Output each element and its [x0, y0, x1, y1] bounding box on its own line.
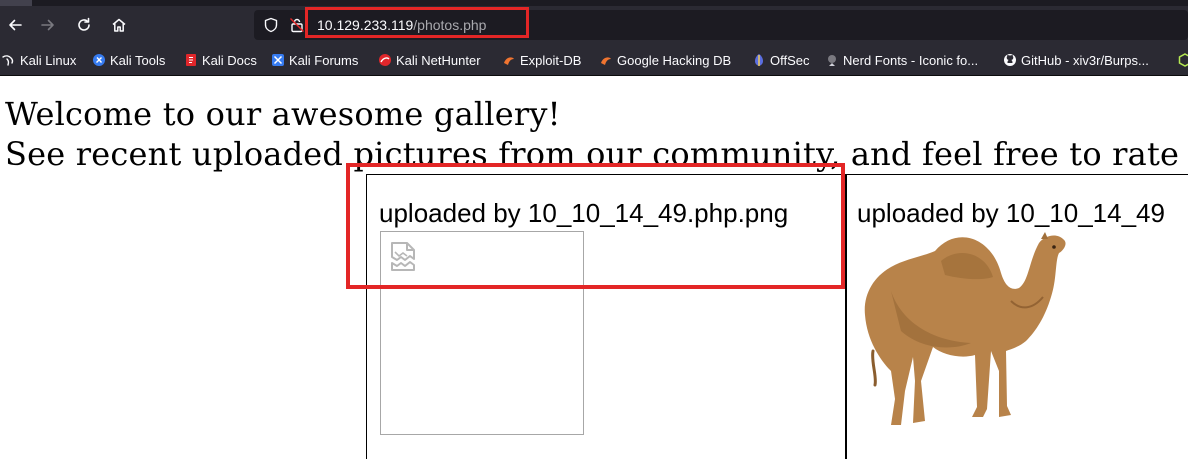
camel-photo[interactable]: [861, 231, 1071, 427]
kali-forums-icon: [271, 53, 285, 67]
bookmark-kali-linux[interactable]: Kali Linux: [2, 51, 76, 69]
nethunter-icon: [378, 53, 392, 67]
github-icon: [1003, 53, 1017, 67]
home-icon: [112, 18, 126, 32]
bookmark-label: Kali Tools: [110, 52, 166, 68]
nerd-fonts-icon: [825, 53, 839, 67]
address-bar[interactable]: 10.129.233.119/photos.php: [254, 7, 1188, 40]
bookmark-overflow[interactable]: [1178, 51, 1188, 69]
bookmark-kali-tools[interactable]: Kali Tools: [92, 51, 165, 69]
bookmark-label: Kali Forums: [289, 52, 359, 68]
kali-docs-icon: [184, 53, 198, 67]
kali-dragon-icon: [2, 53, 16, 67]
url-highlight-annotation: [305, 7, 529, 38]
bookmark-kali-docs[interactable]: Kali Docs: [184, 51, 257, 69]
insecure-lock-icon[interactable]: [288, 16, 306, 34]
bookmark-label: GitHub - xiv3r/Burps...: [1021, 52, 1149, 68]
forward-button[interactable]: [33, 10, 63, 40]
back-arrow-icon: [9, 19, 22, 31]
reload-icon: [78, 17, 90, 31]
gallery-caption: uploaded by 10_10_14_49: [857, 198, 1165, 228]
bookmark-kali-forums[interactable]: Kali Forums: [271, 51, 358, 69]
cell-highlight-annotation: [346, 163, 845, 289]
bookmark-label: Nerd Fonts - Iconic fo...: [843, 52, 979, 68]
offsec-icon: [752, 53, 766, 67]
bookmark-google-hacking-db[interactable]: Google Hacking DB: [599, 51, 731, 69]
exploit-db-icon: [502, 53, 516, 67]
kali-tools-icon: [92, 53, 106, 67]
bookmark-label: Kali NetHunter: [396, 52, 481, 68]
bookmark-exploit-db[interactable]: Exploit-DB: [502, 51, 581, 69]
forward-arrow-icon: [41, 19, 54, 31]
gallery-column-divider: [845, 175, 847, 459]
welcome-heading: Welcome to our awesome gallery!: [5, 95, 561, 133]
bookmark-cube-icon: [1178, 53, 1188, 67]
navigation-toolbar: 10.129.233.119/photos.php: [0, 6, 1188, 44]
home-button[interactable]: [104, 10, 134, 40]
bookmark-offsec[interactable]: OffSec: [752, 51, 810, 69]
bookmark-label: Exploit-DB: [520, 52, 582, 68]
ghdb-icon: [599, 53, 613, 67]
bookmark-kali-nethunter[interactable]: Kali NetHunter: [378, 51, 481, 69]
bookmark-label: Kali Linux: [20, 52, 77, 68]
bookmark-github[interactable]: GitHub - xiv3r/Burps...: [1003, 51, 1149, 69]
bookmark-nerd-fonts[interactable]: Nerd Fonts - Iconic fo...: [825, 51, 978, 69]
bookmark-label: OffSec: [770, 52, 810, 68]
page-content: Welcome to our awesome gallery! See rece…: [0, 76, 1188, 459]
back-button[interactable]: [0, 10, 30, 40]
bookmarks-toolbar: Kali Linux Kali Tools Kali Docs Kali For…: [0, 44, 1188, 76]
bookmark-label: Google Hacking DB: [617, 52, 732, 68]
tracking-protection-shield-icon[interactable]: [262, 16, 280, 34]
bookmark-label: Kali Docs: [202, 52, 257, 68]
reload-button[interactable]: [69, 10, 99, 40]
